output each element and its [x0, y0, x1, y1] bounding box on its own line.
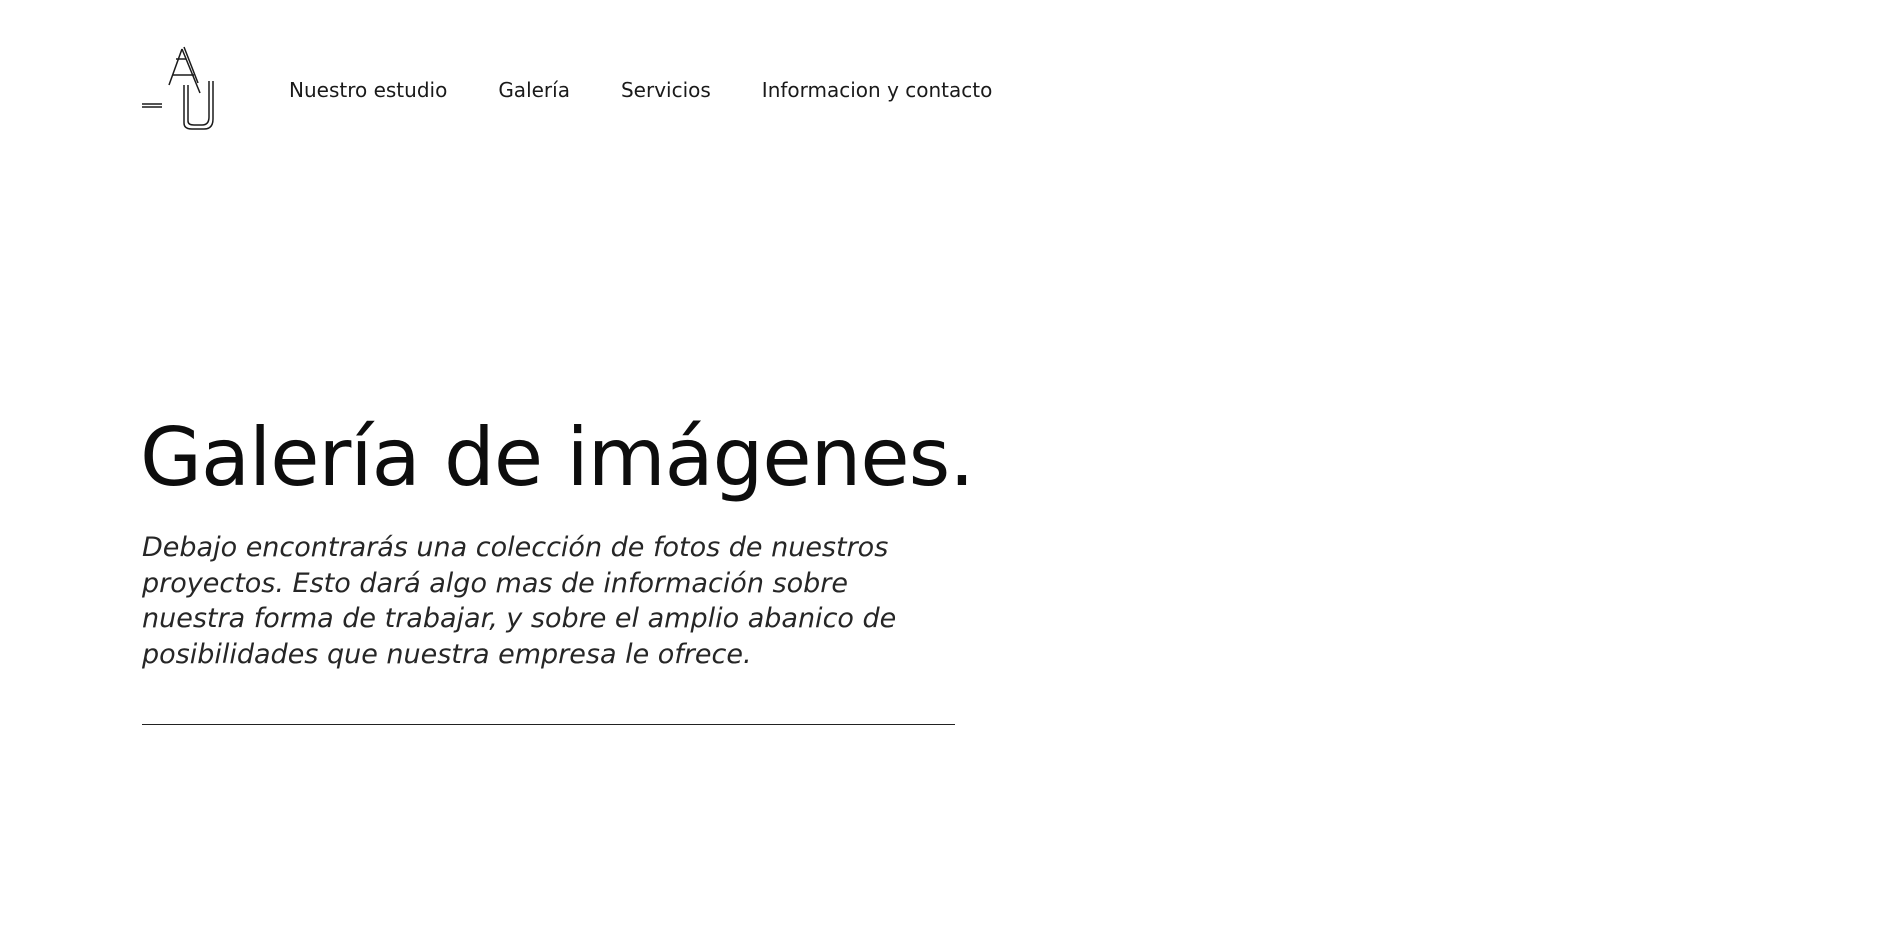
nav-link-informacion-contacto[interactable]: Informacion y contacto: [762, 76, 993, 104]
nav-link-galeria[interactable]: Galería: [498, 76, 570, 104]
nav-link-nuestro-estudio[interactable]: Nuestro estudio: [289, 76, 447, 104]
main-nav: Nuestro estudio Galería Servicios Inform…: [289, 76, 992, 104]
site-header: Nuestro estudio Galería Servicios Inform…: [0, 0, 1898, 180]
page-description: Debajo encontrarás una colección de foto…: [142, 532, 897, 670]
aj-logo-icon[interactable]: [142, 45, 218, 131]
section-divider: [142, 724, 955, 725]
nav-link-servicios[interactable]: Servicios: [621, 76, 711, 104]
page-title: Galería de imágenes.: [140, 411, 975, 504]
